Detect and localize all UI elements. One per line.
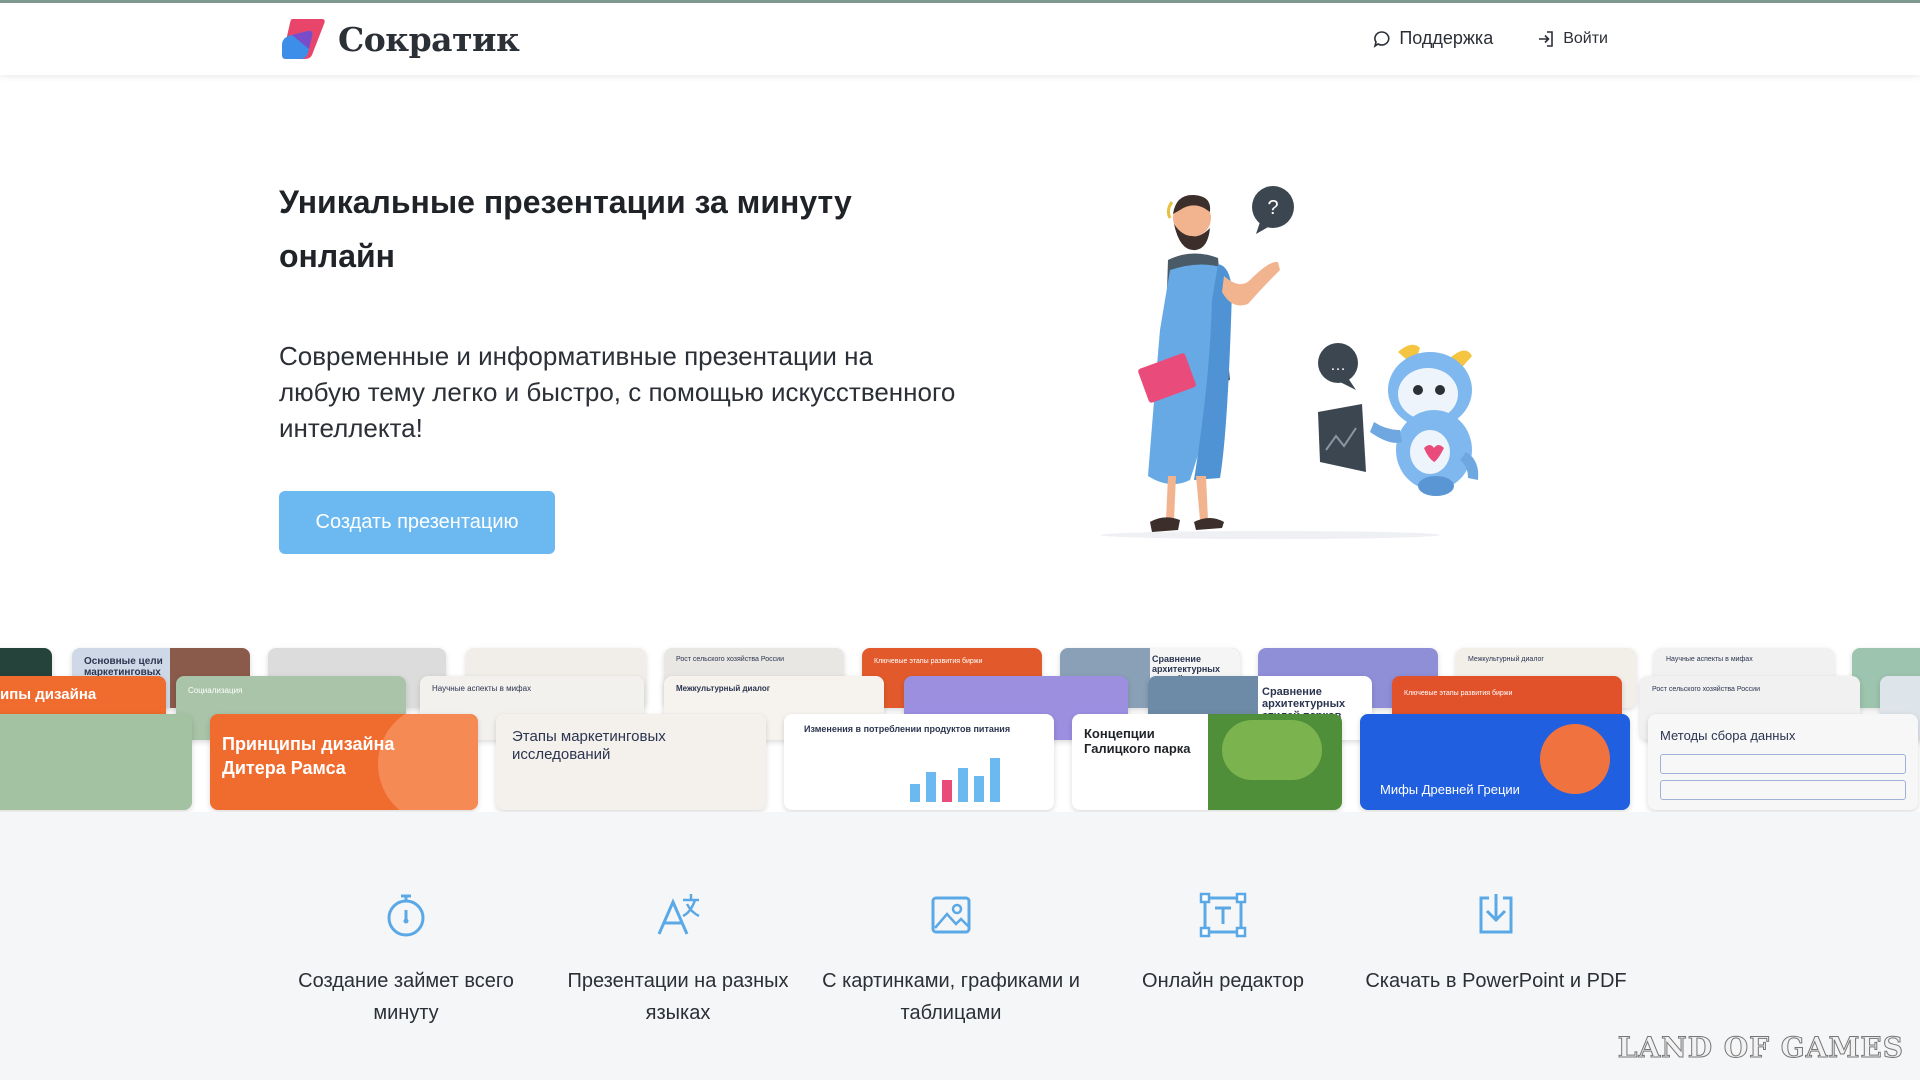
example-slide[interactable]: Этапы маркетинговых исследований — [496, 714, 766, 810]
hero-illustration: ? … — [1100, 186, 1479, 539]
chat-bubble-icon — [1374, 30, 1390, 48]
feature-label: Создание займет всего минуту — [298, 970, 514, 1024]
support-link[interactable]: Поддержка — [1373, 28, 1493, 49]
support-label: Поддержка — [1399, 28, 1494, 48]
site-header: Сократик Поддержка Войти — [0, 3, 1920, 75]
robot-figure: … — [1318, 343, 1479, 496]
philosopher-figure — [1138, 194, 1280, 532]
feature-speed: Создание займет всего минуту — [271, 890, 541, 1029]
feature-label: Онлайн редактор — [1142, 970, 1304, 992]
feature-download: Скачать в PowerPoint и PDF — [1361, 890, 1631, 997]
text-editor-icon — [1199, 892, 1247, 938]
example-slide[interactable]: Мифы Древней Греции — [1360, 714, 1630, 810]
example-slide[interactable]: Концепции Галицкого парка — [1072, 714, 1342, 810]
svg-text:…: … — [1330, 357, 1346, 374]
svg-text:?: ? — [1267, 197, 1278, 219]
header-nav: Поддержка Войти — [1373, 28, 1608, 49]
image-icon — [931, 896, 971, 934]
feature-label: Скачать в PowerPoint и PDF — [1365, 970, 1627, 992]
download-icon — [1479, 894, 1513, 934]
feature-media: С картинками, графиками и таблицами — [816, 890, 1086, 1029]
watermark: LAND OF GAMES — [1617, 1031, 1904, 1065]
question-bubble-icon: ? — [1252, 186, 1294, 234]
example-slide[interactable] — [0, 714, 192, 810]
brand-name: Сократик — [338, 19, 520, 59]
example-slide[interactable]: Изменения в потреблении продуктов питани… — [784, 714, 1054, 810]
feature-label: Презентации на разных языках — [567, 970, 789, 1024]
translate-icon — [657, 894, 700, 935]
brand-logo[interactable]: Сократик — [278, 15, 520, 63]
hero-title: Уникальные презентации за минуту онлайн — [279, 184, 852, 274]
feature-editor: Онлайн редактор — [1088, 890, 1358, 997]
stopwatch-icon — [387, 894, 425, 937]
login-arrow-icon — [1539, 30, 1554, 47]
logo-icon — [281, 19, 325, 59]
example-slide[interactable]: Методы сбора данных — [1648, 714, 1918, 810]
create-presentation-button[interactable]: Создать презентацию — [279, 491, 555, 554]
login-label: Войти — [1563, 29, 1608, 47]
presentation-examples-strip: Основные цели маркетинговых Рост сельско… — [0, 640, 1920, 812]
feature-languages: Презентации на разных языках — [543, 890, 813, 1029]
feature-label: С картинками, графиками и таблицами — [822, 970, 1080, 1024]
login-link[interactable]: Войти — [1537, 30, 1608, 48]
example-slide[interactable]: Принципы дизайна Дитера Рамса — [210, 714, 478, 810]
hero-subtitle: Современные и информативные презентации … — [279, 341, 956, 443]
